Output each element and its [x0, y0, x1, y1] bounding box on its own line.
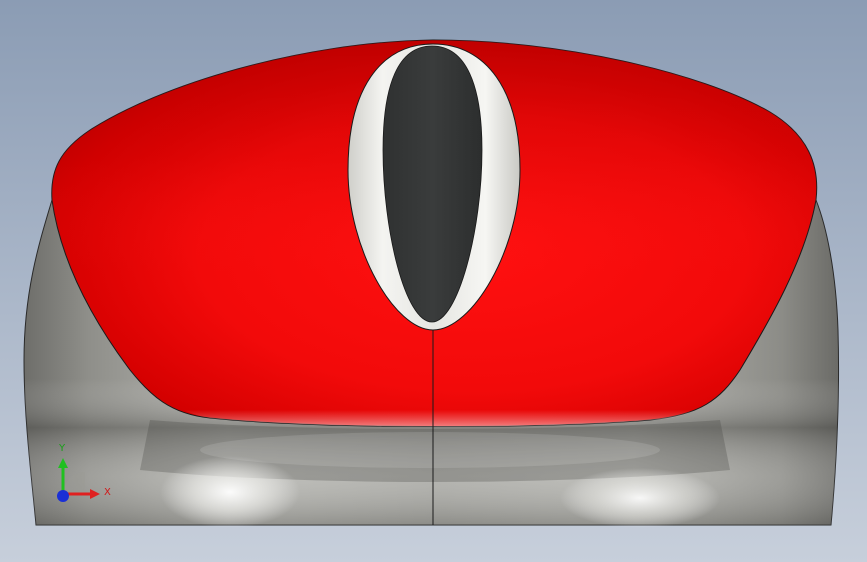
model-viewport[interactable]: Y X	[0, 0, 867, 562]
triad-y-label: Y	[59, 443, 66, 454]
z-axis-dot	[57, 490, 69, 502]
triad-x-label: X	[104, 487, 111, 498]
mouse-3d-model[interactable]	[0, 0, 867, 562]
